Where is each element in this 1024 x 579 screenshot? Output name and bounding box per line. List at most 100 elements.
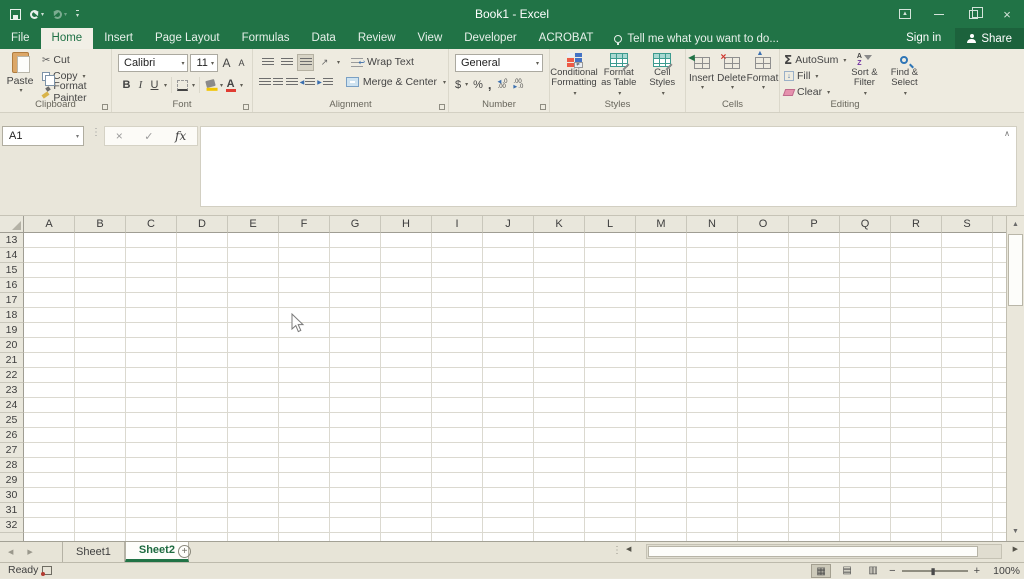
grid-cell-e29[interactable] — [228, 473, 279, 488]
grid-cell-e16[interactable] — [228, 278, 279, 293]
grid-cell-a16[interactable] — [24, 278, 75, 293]
grid-cell-l30[interactable] — [585, 488, 636, 503]
grid-cell-r18[interactable] — [891, 308, 942, 323]
grid-cell-e24[interactable] — [228, 398, 279, 413]
grid-cell-m30[interactable] — [636, 488, 687, 503]
grid-cell-d20[interactable] — [177, 338, 228, 353]
grid-cell-c32[interactable] — [126, 518, 177, 533]
grid-cell-d16[interactable] — [177, 278, 228, 293]
fill-color-dropdown-icon[interactable]: ▾ — [220, 82, 223, 89]
grid-cell-partial[interactable] — [993, 293, 1006, 308]
grid-cell-s16[interactable] — [942, 278, 993, 293]
accounting-format-button[interactable]: $ — [455, 79, 461, 91]
grid-cell-i31[interactable] — [432, 503, 483, 518]
grid-cell-a31[interactable] — [24, 503, 75, 518]
cell-styles-dropdown-icon[interactable]: ▾ — [662, 89, 665, 100]
alignment-dialog-launcher-icon[interactable] — [439, 104, 445, 110]
grid-cell-h25[interactable] — [381, 413, 432, 428]
grid-cell-o18[interactable] — [738, 308, 789, 323]
minimize-button[interactable] — [922, 0, 956, 28]
font-name-dropdown-icon[interactable]: ▾ — [181, 60, 184, 67]
grid-cell-g19[interactable] — [330, 323, 381, 338]
increase-decimal-button[interactable]: ◀.0 .00 — [498, 80, 508, 90]
grid-cell-s25[interactable] — [942, 413, 993, 428]
grid-cell-e21[interactable] — [228, 353, 279, 368]
sign-in-link[interactable]: Sign in — [892, 28, 955, 49]
grid-cell-h17[interactable] — [381, 293, 432, 308]
grid-cell-l21[interactable] — [585, 353, 636, 368]
paste-button[interactable]: Paste ▾ — [4, 52, 36, 98]
tab-page-layout[interactable]: Page Layout — [144, 28, 231, 49]
grid-cell-q20[interactable] — [840, 338, 891, 353]
grid-cell-d31[interactable] — [177, 503, 228, 518]
grid-cell-f14[interactable] — [279, 248, 330, 263]
column-header-a[interactable]: A — [24, 216, 75, 233]
grid-cell-n29[interactable] — [687, 473, 738, 488]
grid-cell-i21[interactable] — [432, 353, 483, 368]
row-header-29[interactable]: 29 — [0, 473, 24, 488]
grid-cell-m29[interactable] — [636, 473, 687, 488]
tab-formulas[interactable]: Formulas — [231, 28, 301, 49]
grid-cell-r13[interactable] — [891, 233, 942, 248]
grid-cell-k19[interactable] — [534, 323, 585, 338]
grid-cell-b30[interactable] — [75, 488, 126, 503]
row-header-18[interactable]: 18 — [0, 308, 24, 323]
format-as-table-dropdown-icon[interactable]: ▾ — [618, 89, 621, 100]
grid-cell-n32[interactable] — [687, 518, 738, 533]
grid-cell-k27[interactable] — [534, 443, 585, 458]
grid-cell-l13[interactable] — [585, 233, 636, 248]
conditional-formatting-button[interactable]: ≠ Conditional Formatting▾ — [552, 53, 596, 99]
grid-cell-l31[interactable] — [585, 503, 636, 518]
grid-cell-n26[interactable] — [687, 428, 738, 443]
grid-cell-h29[interactable] — [381, 473, 432, 488]
cut-button[interactable]: ✂Cut — [40, 52, 111, 68]
grid-cell-p31[interactable] — [789, 503, 840, 518]
horizontal-scrollbar[interactable] — [646, 544, 1002, 559]
grid-cell-p27[interactable] — [789, 443, 840, 458]
grid-cell-f32[interactable] — [279, 518, 330, 533]
share-button[interactable]: Share — [955, 28, 1024, 49]
grid-cell-c29[interactable] — [126, 473, 177, 488]
insert-cells-button[interactable]: ◀ Insert ▾ — [688, 53, 715, 99]
column-header-partial[interactable] — [993, 216, 1006, 233]
grid-cell-c25[interactable] — [126, 413, 177, 428]
clear-button[interactable]: Clear▾ — [782, 84, 846, 100]
grid-cell-f24[interactable] — [279, 398, 330, 413]
grid-cell-r21[interactable] — [891, 353, 942, 368]
grid-cell-partial[interactable] — [993, 488, 1006, 503]
column-header-b[interactable]: B — [75, 216, 126, 233]
find-select-dropdown-icon[interactable]: ▾ — [904, 89, 907, 100]
grid-cell-l25[interactable] — [585, 413, 636, 428]
grid-cell-c14[interactable] — [126, 248, 177, 263]
grid-cell-m26[interactable] — [636, 428, 687, 443]
wrap-text-button[interactable]: Wrap Text — [351, 56, 414, 68]
tab-insert[interactable]: Insert — [93, 28, 144, 49]
middle-align-button[interactable] — [278, 54, 295, 71]
grid-cell-n17[interactable] — [687, 293, 738, 308]
scroll-up-icon[interactable]: ▲ — [1007, 217, 1024, 233]
grid-cell-g25[interactable] — [330, 413, 381, 428]
grid-cell-s31[interactable] — [942, 503, 993, 518]
grid-cell-partial[interactable] — [993, 383, 1006, 398]
borders-dropdown-icon[interactable]: ▾ — [192, 82, 195, 89]
grid-cell-e18[interactable] — [228, 308, 279, 323]
grid-cell-e13[interactable] — [228, 233, 279, 248]
grid-cell-g21[interactable] — [330, 353, 381, 368]
font-color-dropdown-icon[interactable]: ▾ — [240, 82, 243, 89]
copy-dropdown-icon[interactable]: ▾ — [83, 73, 86, 80]
grid-cell-s30[interactable] — [942, 488, 993, 503]
decrease-decimal-button[interactable]: .00 ▶.0 — [513, 80, 523, 90]
grid-cell-a23[interactable] — [24, 383, 75, 398]
grid-cell-i29[interactable] — [432, 473, 483, 488]
italic-button[interactable]: I — [134, 77, 147, 94]
row-header-20[interactable]: 20 — [0, 338, 24, 353]
grid-cell-partial[interactable] — [993, 428, 1006, 443]
grid-cell-b23[interactable] — [75, 383, 126, 398]
grid-cell-m17[interactable] — [636, 293, 687, 308]
grid-cell-j28[interactable] — [483, 458, 534, 473]
column-header-e[interactable]: E — [228, 216, 279, 233]
grid-cell-n22[interactable] — [687, 368, 738, 383]
grid-cell-r20[interactable] — [891, 338, 942, 353]
grid-cell-s28[interactable] — [942, 458, 993, 473]
column-header-h[interactable]: H — [381, 216, 432, 233]
